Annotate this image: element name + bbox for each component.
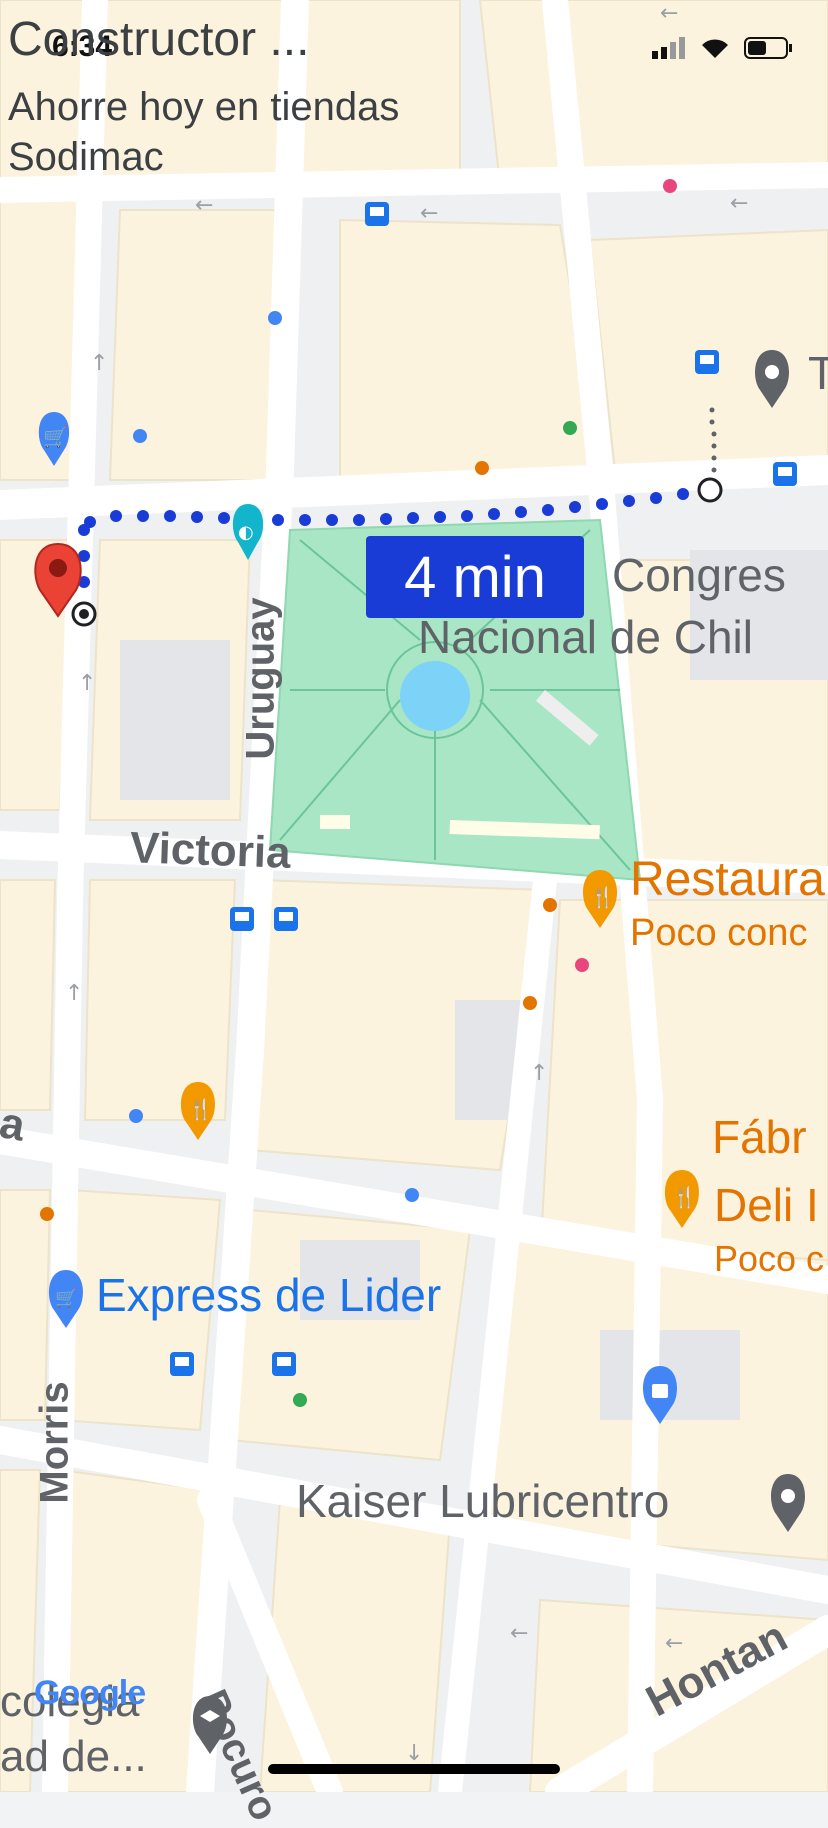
svg-text:←: ← <box>510 1621 528 1646</box>
svg-text:←: ← <box>665 1631 683 1656</box>
svg-text:🍴: 🍴 <box>672 1185 697 1209</box>
subtitle-line-2: Sodimac <box>8 135 164 179</box>
restaurant-subtitle: Poco conc <box>630 912 808 954</box>
bottom-left-line-2: ad de... <box>0 1732 147 1781</box>
deli-subtitle: Poco c <box>714 1237 825 1279</box>
battery-icon <box>744 36 794 65</box>
svg-text:◐: ◐ <box>238 522 254 543</box>
congreso-line-1: Congres <box>612 549 786 601</box>
svg-text:←: ← <box>730 191 748 216</box>
svg-text:🛒: 🛒 <box>55 1287 77 1309</box>
place-label-fabrica[interactable]: Fábr <box>712 1110 807 1164</box>
svg-text:🍴: 🍴 <box>188 1097 213 1121</box>
restaurant-name: Restaura <box>630 853 825 906</box>
deli-name: Deli I <box>714 1179 819 1231</box>
congreso-line-2: Nacional de Chil <box>418 611 753 664</box>
place-label-restaurant[interactable]: Restaura Poco conc <box>630 850 825 958</box>
google-logo-text: Google <box>34 1674 146 1712</box>
svg-text:🛒: 🛒 <box>43 425 68 449</box>
subtitle-line-1: Ahorre hoy en tiendas <box>8 85 400 129</box>
place-label-top-right[interactable]: T <box>808 346 828 400</box>
fountain <box>400 661 470 731</box>
place-card-subtitle: Ahorre hoy en tiendas Sodimac <box>8 82 399 182</box>
svg-text:↑: ↑ <box>90 351 108 376</box>
wifi-icon <box>700 37 730 64</box>
place-card-title[interactable]: Constructor ... <box>8 13 309 67</box>
svg-text:↑: ↑ <box>65 981 83 1006</box>
home-indicator[interactable] <box>268 1764 560 1774</box>
status-icons <box>652 36 794 65</box>
place-label-express-lider[interactable]: Express de Lider <box>96 1268 441 1322</box>
svg-text:↓: ↓ <box>405 1741 423 1766</box>
street-label-uruguay: Uruguay <box>238 597 283 760</box>
place-label-deli[interactable]: Deli I Poco c <box>714 1176 824 1283</box>
google-logo: Google <box>34 1674 146 1713</box>
svg-text:←: ← <box>660 1 678 26</box>
svg-text:←: ← <box>195 193 213 218</box>
svg-text:↑: ↑ <box>78 671 96 696</box>
place-label-kaiser[interactable]: Kaiser Lubricentro <box>296 1474 669 1528</box>
svg-text:↑: ↑ <box>530 1061 548 1086</box>
route-start-marker <box>697 477 723 503</box>
svg-text:←: ← <box>420 201 438 226</box>
street-label-morris: Morris <box>32 1381 77 1504</box>
svg-text:🍴: 🍴 <box>590 885 615 909</box>
place-label-congreso[interactable]: Congres Nacional de Chil <box>418 544 786 668</box>
cellular-signal-icon <box>652 37 686 64</box>
street-label-victoria: Victoria <box>129 823 292 878</box>
